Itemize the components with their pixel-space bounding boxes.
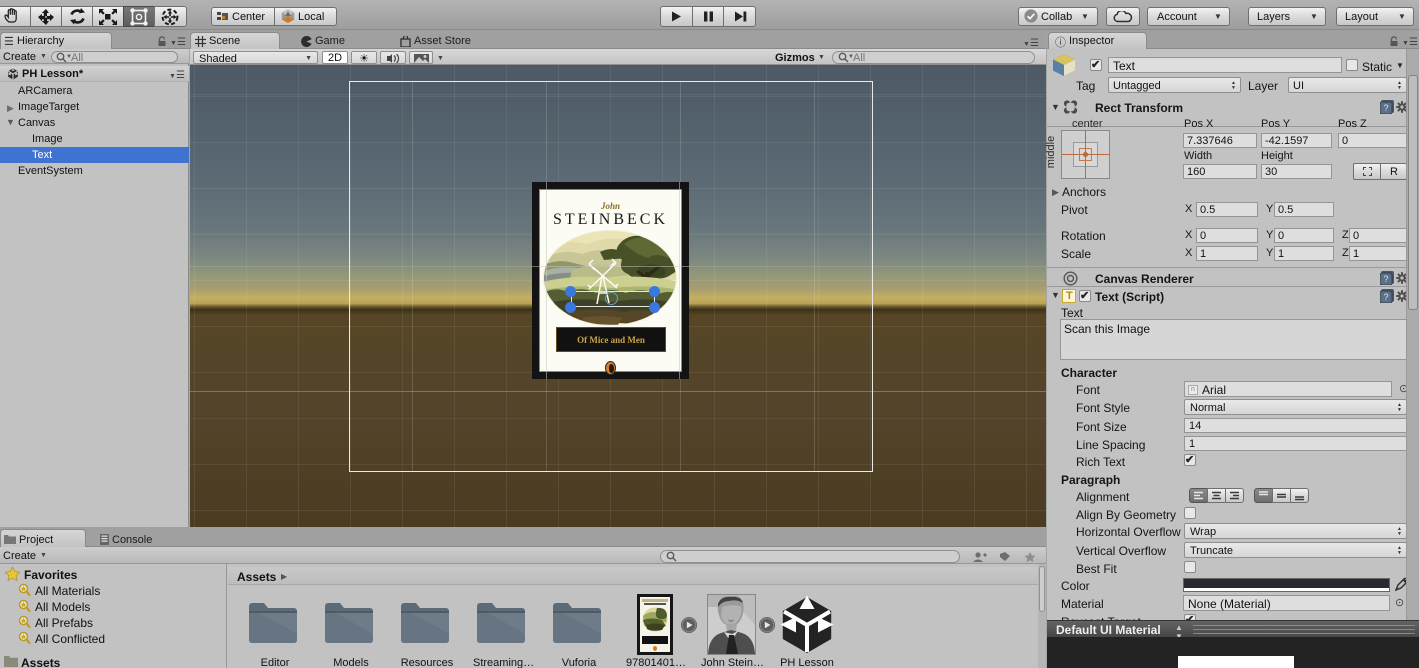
svg-text:?: ? [1383,292,1388,302]
svg-text:?: ? [1383,274,1388,284]
svg-text:?: ? [1383,103,1388,113]
